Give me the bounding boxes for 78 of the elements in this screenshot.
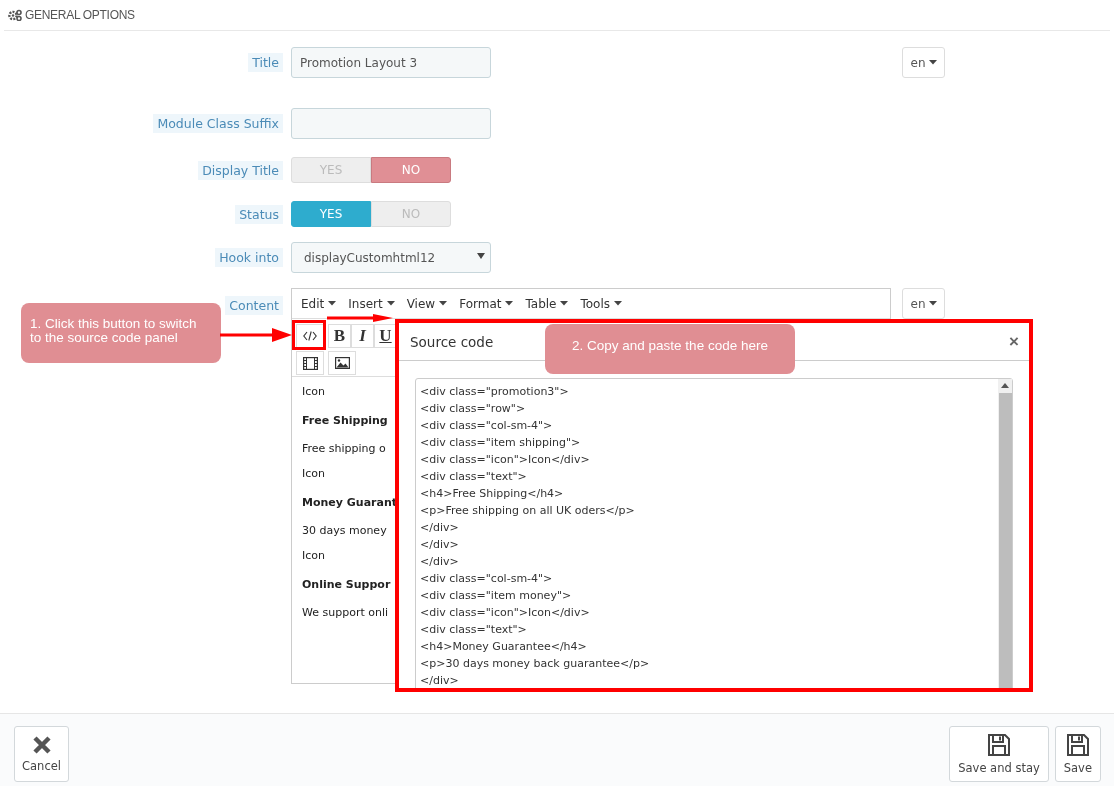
menu-item[interactable]: Tools [574, 291, 629, 316]
code-text-area[interactable] [415, 378, 1013, 688]
code-line: <h4>Free Shipping</h4> [420, 486, 565, 502]
code-line: </div> [420, 554, 460, 570]
caret-icon [560, 301, 569, 306]
menu-item[interactable]: Table [519, 291, 575, 316]
menu-item[interactable]: View [400, 291, 454, 316]
code-icon [303, 331, 317, 341]
close-icon [31, 735, 52, 755]
content-heading: Free Shipping [302, 414, 388, 428]
format-button[interactable]: I [351, 324, 374, 348]
content-heading: Online Suppor [302, 578, 391, 592]
content-text: Icon [302, 467, 325, 481]
field-label: Hook into [215, 248, 283, 267]
dialog-title: Source code [410, 333, 494, 350]
code-line: <div class="promotion3"> [420, 384, 570, 400]
field-label: Display Title [198, 160, 283, 180]
code-line: <div class="text"> [420, 622, 528, 638]
image-icon [334, 357, 350, 369]
hook-dropdown[interactable]: displayCustomhtml12 [291, 242, 491, 273]
caret-icon [328, 301, 337, 306]
field-label: Title [248, 53, 283, 72]
caret-icon [505, 301, 514, 306]
content-text: 30 days money [302, 524, 387, 538]
scroll-up-arrow-icon [1001, 383, 1009, 388]
code-line: </div> [420, 673, 460, 688]
field-label: Module Class Suffix [153, 114, 283, 133]
field-label: Status [235, 204, 283, 224]
language-dropdown[interactable]: en [902, 288, 945, 319]
code-line: <div class="col-sm-4"> [420, 571, 554, 587]
code-line: <div class="col-sm-4"> [420, 418, 554, 434]
format-button[interactable]: U [374, 324, 397, 348]
format-button[interactable]: B [328, 324, 351, 348]
cancel-button[interactable]: Cancel [14, 726, 69, 782]
text-field[interactable]: Promotion Layout 3 [291, 47, 491, 78]
close-button[interactable]: × [1009, 331, 1019, 352]
callout-note: 1. Click this button to switch to the source code panel [21, 303, 221, 363]
save-button[interactable]: Save [1054, 726, 1101, 782]
section-title: GENERAL OPTIONS [25, 8, 135, 22]
content-text: Icon [302, 549, 325, 563]
caret-icon [928, 301, 937, 306]
caret-icon [477, 252, 485, 259]
source-code-button[interactable] [296, 324, 324, 348]
code-line: <h4>Money Guarantee</h4> [420, 639, 588, 655]
content-text: We support onli [302, 606, 389, 620]
code-line: <div class="text"> [420, 469, 528, 485]
menu-item[interactable]: Edit [295, 291, 343, 316]
code-line: <div class="row"> [420, 401, 527, 417]
code-line: <p>Free shipping on all UK oders</p> [420, 503, 636, 519]
content-text: Free shipping o [302, 442, 386, 456]
caret-icon [386, 301, 395, 306]
code-line: <p>30 days money back guarantee</p> [420, 656, 651, 672]
gears-icon [8, 9, 22, 21]
callout-note: 2. Copy and paste the code here [545, 324, 795, 374]
scrollbar-thumb[interactable] [998, 393, 1012, 688]
code-line: <div class="icon">Icon</div> [420, 605, 591, 621]
text-field[interactable] [291, 108, 491, 139]
code-line: </div> [420, 537, 460, 553]
content-heading: Money Guarant [302, 496, 397, 510]
caret-icon [928, 60, 937, 65]
save-button[interactable]: Save and stay [949, 726, 1049, 782]
code-line: <div class="item shipping"> [420, 435, 582, 451]
video-button[interactable] [296, 351, 324, 375]
caret-icon [614, 301, 623, 306]
field-label: Content [225, 296, 283, 315]
menu-item[interactable]: Insert [342, 291, 401, 316]
caret-icon [439, 301, 448, 306]
highlight-frame [292, 320, 326, 350]
menu-item[interactable]: Format [453, 291, 520, 316]
code-line: <div class="item money"> [420, 588, 573, 604]
code-line: </div> [420, 520, 460, 536]
language-dropdown[interactable]: en [902, 47, 945, 78]
content-text: Icon [302, 385, 325, 399]
arrow [220, 328, 292, 342]
film-icon [302, 356, 318, 370]
arrow [327, 314, 393, 322]
code-line: <div class="icon">Icon</div> [420, 452, 591, 468]
image-button[interactable] [328, 351, 356, 375]
